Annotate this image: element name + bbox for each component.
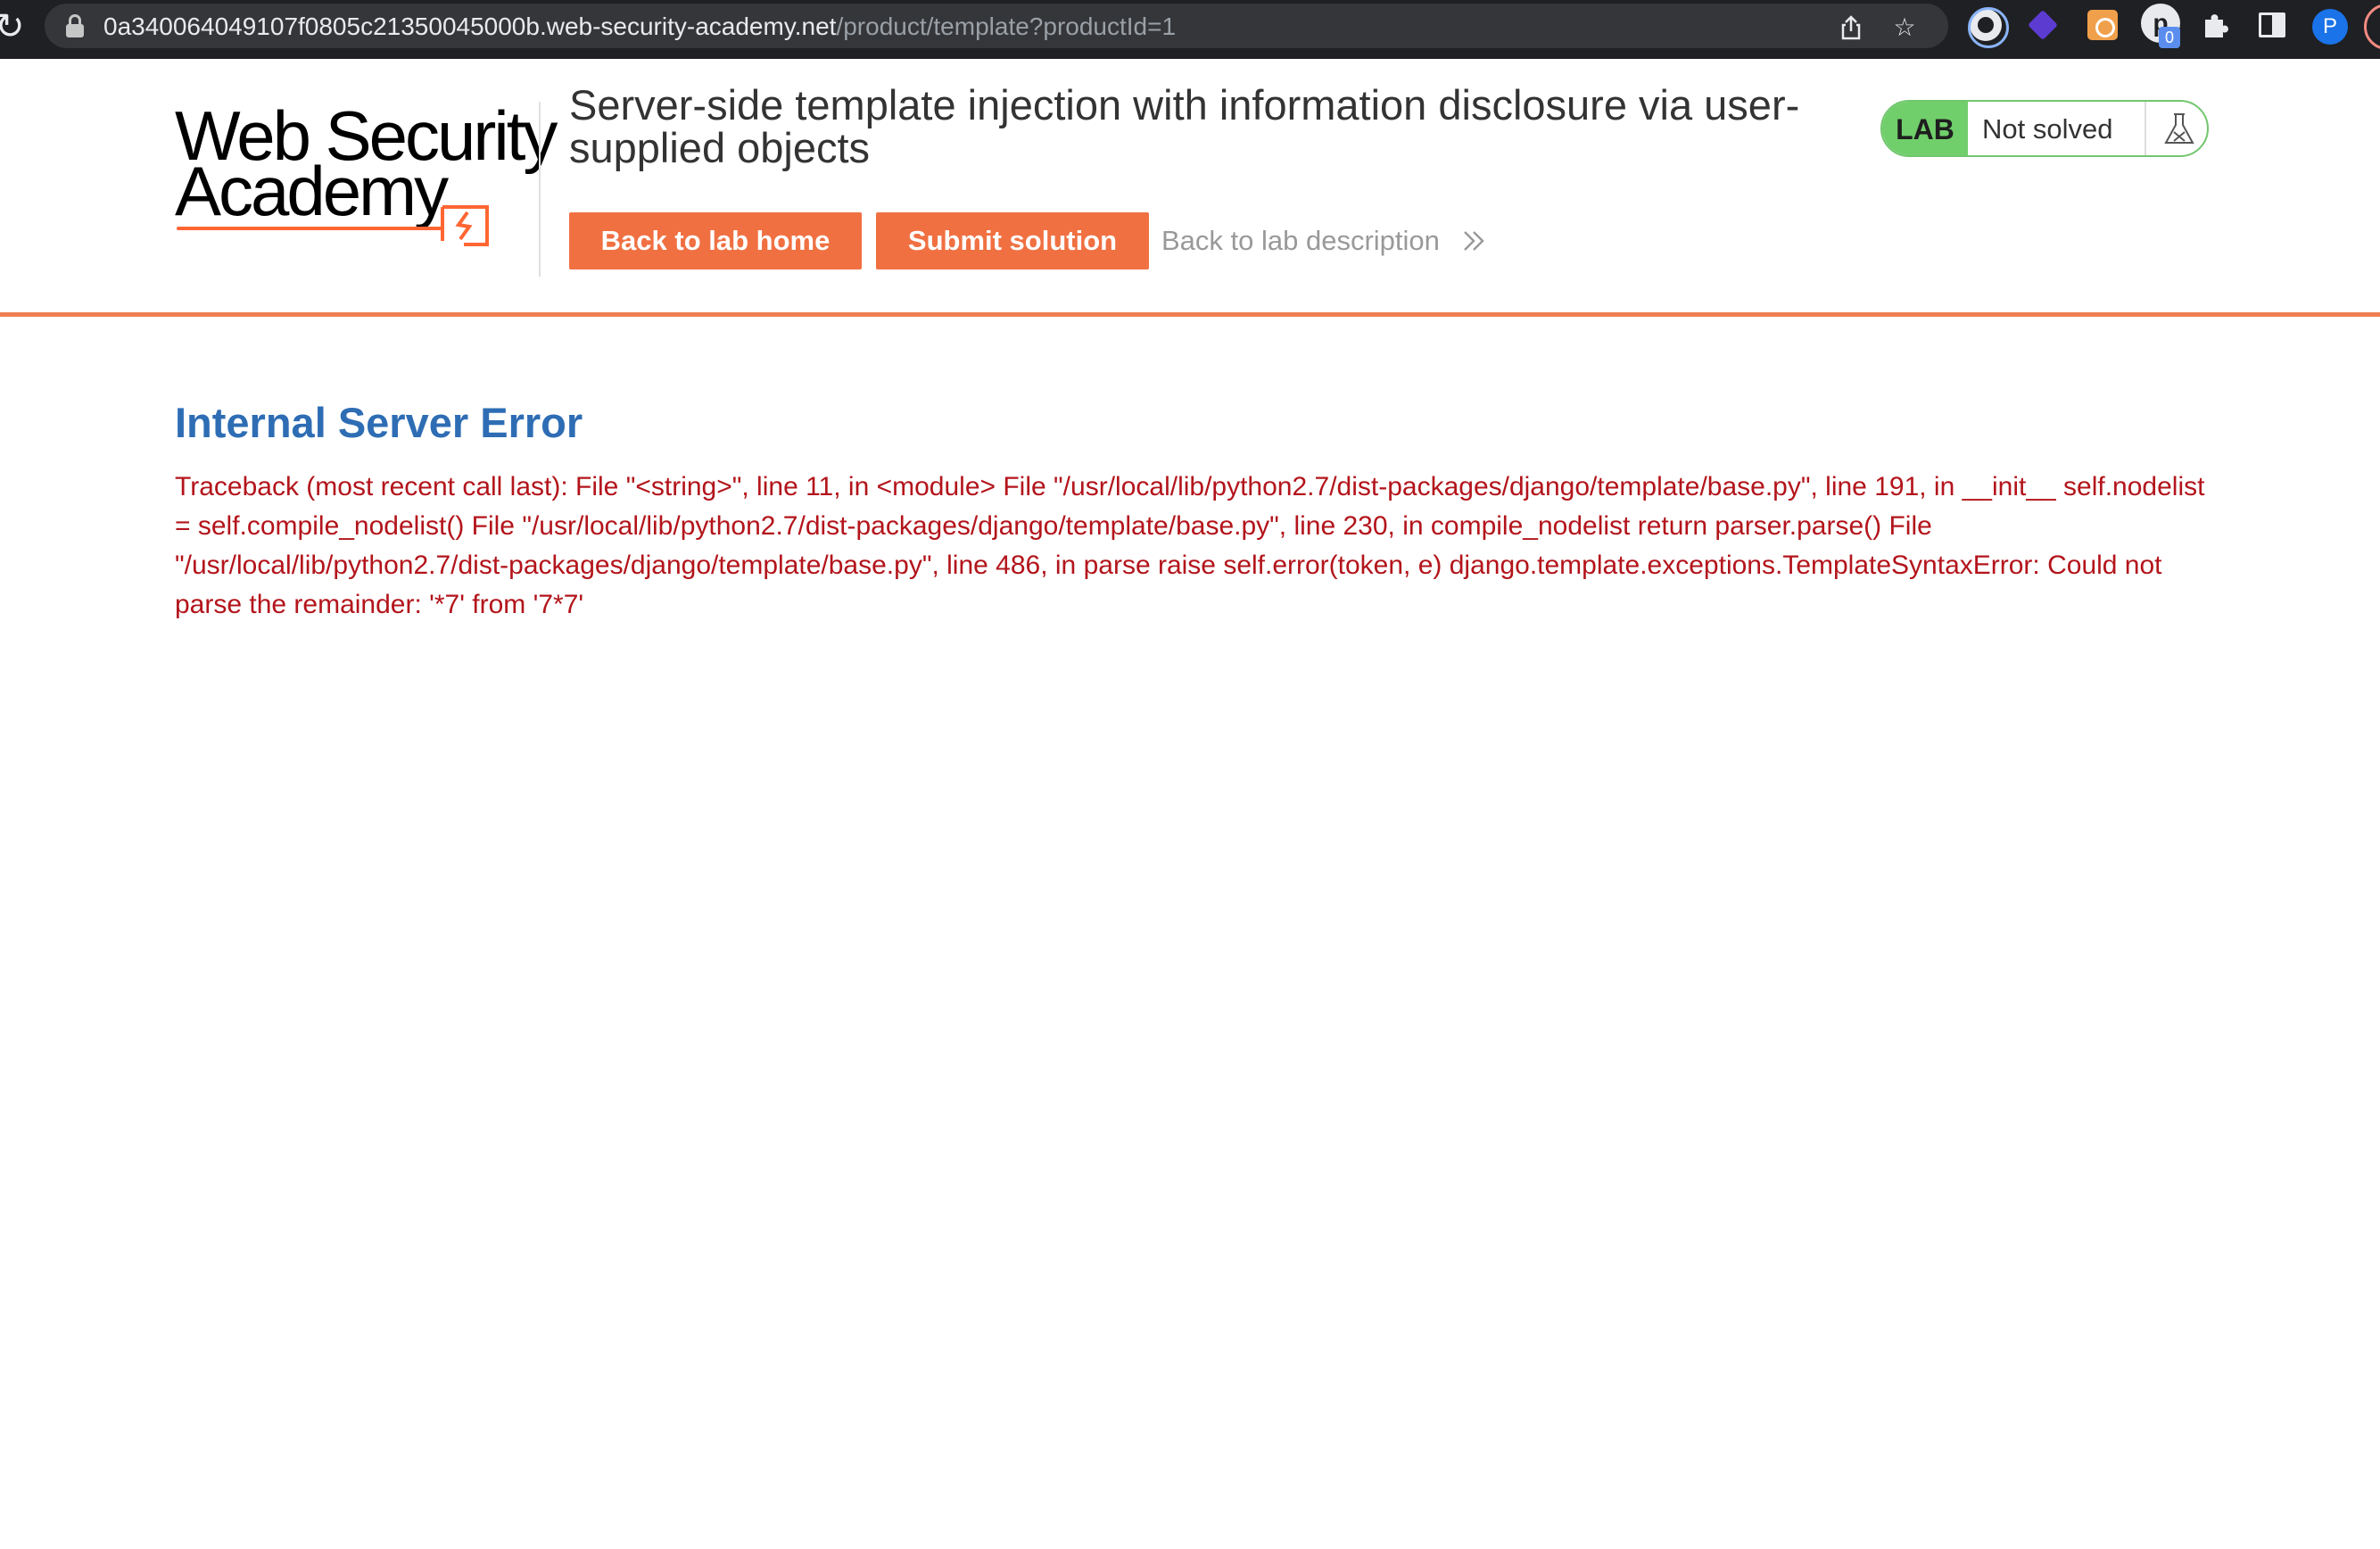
- double-chevron-right-icon[interactable]: [1461, 225, 1488, 257]
- logo-bolt-icon: [441, 205, 489, 246]
- back-to-lab-description-link[interactable]: Back to lab description: [1161, 225, 1440, 257]
- browser-menu-edge[interactable]: [2364, 4, 2380, 50]
- profile-avatar[interactable]: P: [2312, 9, 2348, 45]
- lock-icon[interactable]: [64, 14, 86, 37]
- browser-toolbar: ↻ 0a340064049107f0805c21350045000b.web-s…: [0, 0, 2380, 59]
- extensions-puzzle-icon[interactable]: [2200, 11, 2232, 43]
- lab-tag: LAB: [1882, 102, 1968, 155]
- back-to-lab-home-button[interactable]: Back to lab home: [569, 212, 862, 269]
- error-title: Internal Server Error: [175, 399, 583, 446]
- extension-ring-icon[interactable]: [1968, 7, 2009, 48]
- logo-line2: Academy: [175, 152, 449, 230]
- header-rule: [0, 312, 2380, 317]
- lab-header: Web Security Academy Server-side templat…: [0, 59, 2380, 318]
- extension-layers-icon[interactable]: [2028, 10, 2058, 40]
- header-divider: [539, 102, 541, 277]
- extension-orange-icon[interactable]: [2087, 10, 2118, 40]
- url-path: /product/template?productId=1: [836, 12, 1177, 40]
- side-panel-icon[interactable]: [2259, 12, 2285, 37]
- lab-status-badge: LAB Not solved: [1880, 100, 2209, 157]
- web-security-academy-logo[interactable]: Web Security Academy: [175, 95, 558, 291]
- url-text[interactable]: 0a340064049107f0805c21350045000b.web-sec…: [103, 13, 1176, 40]
- share-icon[interactable]: [1838, 14, 1864, 41]
- address-bar[interactable]: 0a340064049107f0805c21350045000b.web-sec…: [45, 4, 1948, 48]
- badge-separator: [2144, 102, 2146, 155]
- submit-solution-button[interactable]: Submit solution: [876, 212, 1149, 269]
- logo-underline: [177, 227, 444, 230]
- error-traceback: Traceback (most recent call last): File …: [175, 472, 2205, 619]
- lab-title: Server-side template injection with info…: [569, 81, 1800, 171]
- flask-icon: [2164, 113, 2194, 144]
- reload-icon[interactable]: ↻: [0, 9, 25, 45]
- extension-count-badge: 0: [2159, 27, 2180, 48]
- bookmark-star-icon[interactable]: ☆: [1891, 14, 1918, 41]
- lab-status-text: Not solved: [1982, 113, 2113, 145]
- url-host: 0a340064049107f0805c21350045000b.web-sec…: [103, 12, 837, 40]
